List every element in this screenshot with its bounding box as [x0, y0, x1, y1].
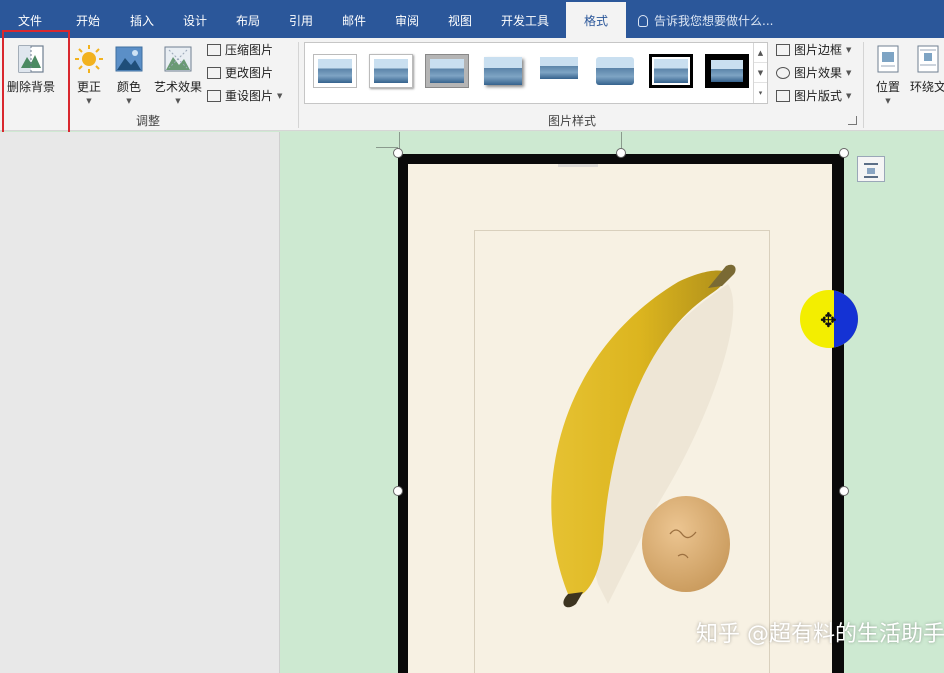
move-cursor-icon: ✥ — [820, 308, 837, 332]
wrap-text-icon — [913, 44, 943, 74]
color-button[interactable]: 颜色 ▼ — [112, 44, 146, 105]
group-separator — [298, 42, 299, 128]
change-picture-label: 更改图片 — [225, 66, 274, 80]
position-label: 位置 — [875, 80, 900, 94]
sun-icon — [74, 44, 104, 74]
reset-picture-label: 重设图片 — [225, 89, 274, 103]
tab-design[interactable]: 设计 — [171, 0, 219, 38]
compress-icon — [207, 44, 221, 56]
resize-handle-middle-right[interactable] — [839, 486, 849, 496]
picture-style-beveled[interactable] — [369, 54, 413, 88]
artistic-effects-button[interactable]: 艺术效果 ▼ — [152, 44, 204, 105]
dialog-launcher-icon[interactable] — [848, 116, 857, 125]
tab-mailings[interactable]: 邮件 — [330, 0, 378, 38]
selected-picture[interactable] — [398, 154, 844, 673]
resize-handle-top-left[interactable] — [393, 148, 403, 158]
picture-layout-button[interactable]: 图片版式 ▼ — [776, 86, 851, 106]
chevron-down-icon: ▼ — [175, 97, 181, 105]
picture-style-simple-frame[interactable] — [313, 54, 357, 88]
picture-effects-button[interactable]: 图片效果 ▼ — [776, 63, 851, 83]
resize-handle-top-right[interactable] — [839, 148, 849, 158]
tab-insert[interactable]: 插入 — [118, 0, 166, 38]
scroll-down-icon[interactable]: ▼ — [754, 63, 767, 83]
change-picture-icon — [207, 67, 221, 79]
picture-effects-label: 图片效果 — [794, 66, 843, 80]
picture-layout-label: 图片版式 — [794, 89, 843, 103]
picture-style-drop-shadow[interactable] — [481, 54, 525, 88]
botanical-illustration — [408, 164, 832, 673]
resize-handle-middle-left[interactable] — [393, 486, 403, 496]
lightbulb-icon — [638, 15, 648, 27]
color-label: 颜色 — [116, 80, 141, 94]
picture-style-metal[interactable] — [425, 54, 469, 88]
chevron-down-icon: ▼ — [846, 46, 852, 54]
ribbon-format: 删除背景 更正 ▼ 颜色 ▼ 艺术效果 ▼ 压缩图片 更改图片 重设图片 ▼ 调… — [0, 38, 944, 131]
position-button[interactable]: 位置 ▼ — [870, 44, 906, 105]
left-pane — [0, 132, 280, 673]
pencil-icon — [776, 44, 790, 56]
picture-border-label: 图片边框 — [794, 43, 843, 57]
banana-illustration — [551, 164, 736, 608]
chevron-down-icon: ▼ — [277, 92, 283, 100]
watermark: 知乎 @超有料的生活助手 — [696, 622, 944, 647]
change-picture-button[interactable]: 更改图片 — [207, 63, 273, 83]
gallery-more-icon[interactable]: ▾ — [754, 83, 767, 103]
tab-review[interactable]: 审阅 — [383, 0, 431, 38]
tab-references[interactable]: 引用 — [277, 0, 325, 38]
resize-handle-top-center[interactable] — [616, 148, 626, 158]
picture-style-reflected[interactable] — [537, 54, 581, 88]
wrap-text-label: 环绕文 — [909, 80, 944, 94]
chevron-down-icon: ▼ — [885, 97, 891, 105]
position-icon — [873, 44, 903, 74]
remove-background-highlight-box — [2, 30, 70, 138]
picture-styles-gallery: ▲ ▼ ▾ — [304, 42, 768, 104]
picture-style-thick-matte-black[interactable] — [705, 54, 749, 88]
corrections-label: 更正 — [76, 80, 101, 94]
artistic-effects-label: 艺术效果 — [153, 80, 202, 94]
picture-color-icon — [114, 44, 144, 74]
tab-layout[interactable]: 布局 — [224, 0, 272, 38]
compress-pictures-label: 压缩图片 — [225, 43, 274, 57]
corrections-button[interactable]: 更正 ▼ — [72, 44, 106, 105]
tell-me-search[interactable]: 告诉我您想要做什么... — [638, 0, 773, 38]
picture-styles-group-label: 图片样式 — [548, 114, 597, 128]
picture-style-double-frame-black[interactable] — [649, 54, 693, 88]
ribbon-tab-bar: 文件 开始 插入 设计 布局 引用 邮件 审阅 视图 开发工具 格式 告诉我您想… — [0, 0, 944, 38]
scroll-up-icon[interactable]: ▲ — [754, 43, 767, 63]
artistic-effects-icon — [163, 44, 193, 74]
tab-home[interactable]: 开始 — [64, 0, 112, 38]
chevron-down-icon: ▼ — [126, 97, 132, 105]
picture-border-button[interactable]: 图片边框 ▼ — [776, 40, 851, 60]
group-separator — [863, 42, 864, 128]
reset-picture-button[interactable]: 重设图片 ▼ — [207, 86, 282, 106]
effects-icon — [776, 67, 790, 79]
gallery-scroll: ▲ ▼ ▾ — [753, 43, 767, 103]
chevron-down-icon: ▼ — [846, 69, 852, 77]
chevron-down-icon: ▼ — [86, 97, 92, 105]
chevron-down-icon: ▼ — [846, 92, 852, 100]
layout-options-icon[interactable] — [857, 156, 885, 182]
picture-style-soft-edge[interactable] — [593, 54, 637, 88]
reset-picture-icon — [207, 90, 221, 102]
picture-layout-icon — [776, 90, 790, 102]
compress-pictures-button[interactable]: 压缩图片 — [207, 40, 273, 60]
tab-developer[interactable]: 开发工具 — [492, 0, 558, 38]
crop-mark — [621, 132, 622, 148]
tell-me-text: 告诉我您想要做什么... — [654, 14, 774, 28]
wrap-text-button[interactable]: 环绕文 — [908, 44, 944, 95]
tab-view[interactable]: 视图 — [436, 0, 484, 38]
tab-format[interactable]: 格式 — [566, 0, 626, 38]
adjust-group-label: 调整 — [136, 114, 161, 128]
